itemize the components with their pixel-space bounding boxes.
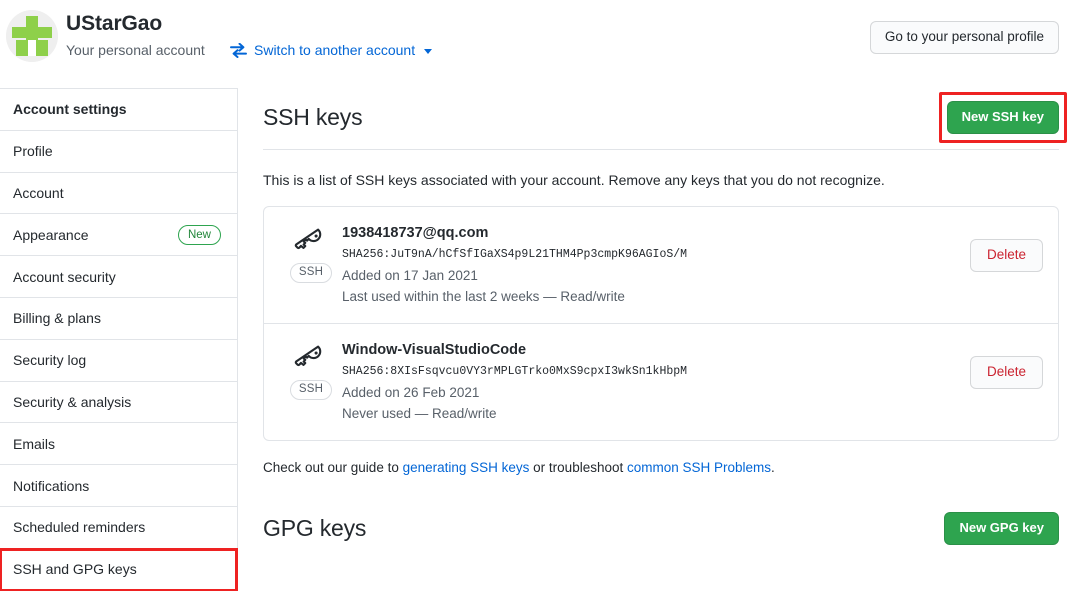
ssh-key-icon <box>294 345 322 367</box>
ssh-key-icon-column: SSH <box>280 340 342 400</box>
new-gpg-key-button[interactable]: New GPG key <box>944 511 1059 545</box>
sidebar-item-account-security[interactable]: Account security <box>0 256 237 298</box>
green-cross-avatar-icon <box>6 10 58 62</box>
sidebar-item-label: Scheduled reminders <box>13 519 146 536</box>
ssh-key-info: Window-VisualStudioCode SHA256:8XIsFsqvcu… <box>342 340 970 424</box>
page-header: UStarGao Your personal account Switch to… <box>0 0 1075 88</box>
switch-account-link[interactable]: Switch to another account <box>230 42 433 58</box>
sidebar-item-label: Profile <box>13 143 53 160</box>
switch-account-label: Switch to another account <box>254 42 416 58</box>
ssh-key-icon <box>294 228 322 250</box>
chevron-down-icon <box>424 48 433 54</box>
ssh-key-actions: Delete <box>969 223 1043 272</box>
ssh-type-badge: SSH <box>289 380 333 400</box>
new-badge: New <box>177 225 221 245</box>
sidebar-item-scheduled-reminders[interactable]: Scheduled reminders <box>0 507 237 549</box>
sidebar-item-label: Appearance <box>13 226 89 243</box>
gpg-keys-title: GPG keys <box>263 514 367 541</box>
sidebar-item-label: Account <box>13 184 64 201</box>
sidebar-item-label: Account settings <box>13 101 127 118</box>
common-ssh-problems-link[interactable]: common SSH Problems <box>627 460 771 475</box>
sidebar-item-label: Notifications <box>13 477 90 494</box>
ssh-key-title: Window-VisualStudioCode <box>342 342 527 358</box>
ssh-key-row: SSH Window-VisualStudioCode SHA256:8XIsFsq… <box>264 323 1058 440</box>
sidebar-item-emails[interactable]: Emails <box>0 423 237 466</box>
sidebar-item-security-analysis[interactable]: Security & analysis <box>0 382 237 424</box>
ssh-key-usage: Never used — Read/write <box>342 406 497 421</box>
ssh-keys-list: SSH 1938418737@qq.com SHA256:JuT9nA/hCfSfI… <box>263 206 1059 441</box>
ssh-key-title: 1938418737@qq.com <box>342 225 489 241</box>
generating-ssh-keys-link[interactable]: generating SSH keys <box>403 460 530 475</box>
sidebar-item-label: Emails <box>13 435 56 452</box>
sidebar-item-label: SSH and GPG keys <box>13 561 137 578</box>
ssh-key-added-date: Added on 26 Feb 2021 <box>342 385 480 400</box>
account-name: UStarGao <box>66 12 163 35</box>
sidebar-item-billing-plans[interactable]: Billing & plans <box>0 298 237 340</box>
go-to-personal-profile-button[interactable]: Go to your personal profile <box>869 21 1059 54</box>
ssh-key-info: 1938418737@qq.com SHA256:JuT9nA/hCfSfIGaX… <box>342 223 970 307</box>
sidebar-item-security-log[interactable]: Security log <box>0 340 237 382</box>
sidebar-item-label: Security & analysis <box>13 393 132 410</box>
ssh-keys-header: SSH keys New SSH key <box>263 88 1068 146</box>
ssh-type-badge: SSH <box>289 263 333 283</box>
divider <box>263 149 1059 150</box>
guide-prefix: Check out our guide to <box>263 460 403 475</box>
sidebar-item-label: Security log <box>13 352 87 369</box>
ssh-key-added-date: Added on 17 Jan 2021 <box>342 268 478 283</box>
ssh-key-fingerprint: SHA256:JuT9nA/hCfSfIGaXS4p9L21THM4Pp3cmp… <box>342 248 688 261</box>
guide-suffix: . <box>771 460 775 475</box>
sidebar-item-profile[interactable]: Profile <box>0 131 237 173</box>
sidebar-item-notifications[interactable]: Notifications <box>0 465 237 507</box>
guide-middle: or troubleshoot <box>529 460 627 475</box>
sidebar-heading: Account settings <box>0 89 237 131</box>
sidebar-item-label: Account security <box>13 268 116 285</box>
ssh-guide-text: Check out our guide to generating SSH ke… <box>263 460 1059 475</box>
ssh-keys-title: SSH keys <box>263 103 363 130</box>
new-ssh-key-button[interactable]: New SSH key <box>946 100 1059 134</box>
sidebar-item-appearance[interactable]: Appearance New <box>0 214 237 257</box>
delete-ssh-key-button[interactable]: Delete <box>969 356 1043 389</box>
main-content: SSH keys New SSH key This is a list of S… <box>239 88 1075 583</box>
sidebar-item-account[interactable]: Account <box>0 173 237 215</box>
gpg-keys-header: GPG keys New GPG key <box>263 504 1059 552</box>
ssh-key-usage: Last used within the last 2 weeks — Read… <box>342 289 625 304</box>
avatar <box>6 10 58 62</box>
settings-sidebar: Account settings Profile Account Appearance… <box>0 88 238 591</box>
delete-ssh-key-button[interactable]: Delete <box>969 239 1043 272</box>
switch-arrows-icon <box>230 42 247 58</box>
ssh-keys-description: This is a list of SSH keys associated wi… <box>263 172 885 188</box>
sidebar-item-label: Billing & plans <box>13 310 101 327</box>
new-ssh-key-highlight: New SSH key <box>938 91 1068 143</box>
ssh-key-icon-column: SSH <box>280 223 342 283</box>
sidebar-item-ssh-and-gpg-keys[interactable]: SSH and GPG keys <box>0 547 238 591</box>
ssh-key-actions: Delete <box>969 340 1043 389</box>
account-subtitle: Your personal account <box>66 42 205 58</box>
ssh-key-row: SSH 1938418737@qq.com SHA256:JuT9nA/hCfSfI… <box>264 207 1058 323</box>
ssh-key-fingerprint: SHA256:8XIsFsqvcu0VY3rMPLGTrko0MxS9cpxI3… <box>342 365 688 378</box>
